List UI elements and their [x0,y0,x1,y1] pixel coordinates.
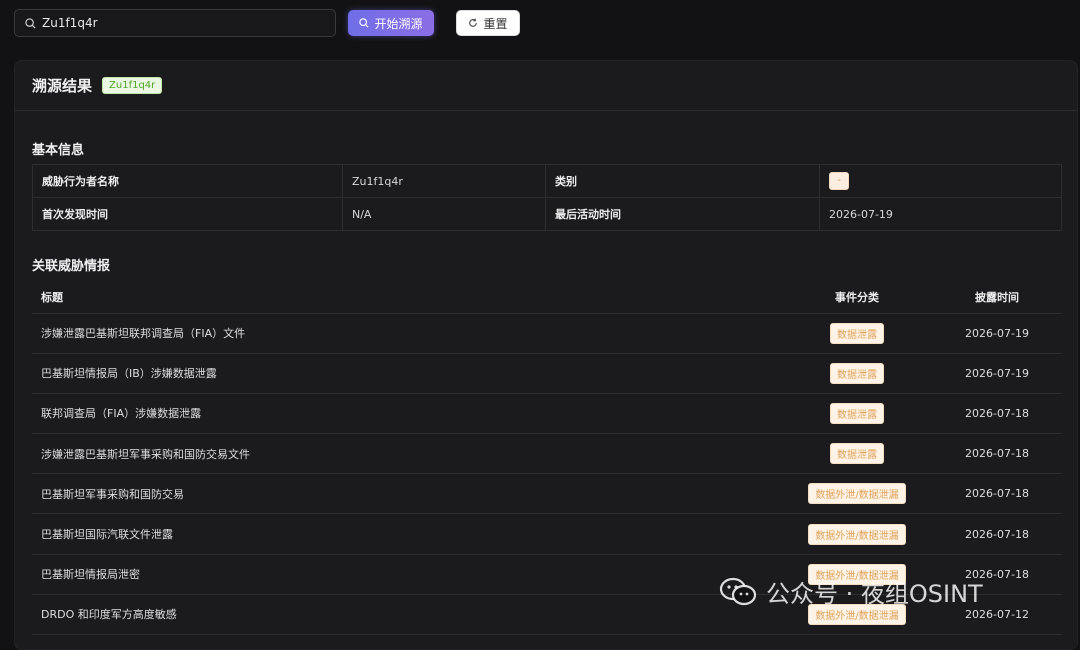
event-category-cell: 数据外泄/数据泄漏 [782,513,932,555]
event-category-cell: 数据泄露 [782,353,932,394]
event-title[interactable]: 巴基斯坦情报局（IB）涉嫌数据泄露 [32,353,782,394]
first-seen-value: N/A [342,197,546,231]
basic-info-title: 基本信息 [32,143,85,158]
event-title[interactable]: DRDO 和印度军方高度敏感 [32,594,782,636]
category-value: - [829,172,849,190]
last-active-value: 2026-07-19 [819,197,1062,231]
basic-info-table: 威胁行为者名称 Zu1f1q4r 类别 - 首次发现时间 N/A 最后活动时间 … [32,164,1062,231]
event-category-cell: 数据外泄/数据泄漏 [782,473,932,515]
start-trace-button[interactable]: 开始溯源 [348,10,434,36]
table-row[interactable]: 涉嫌泄露巴基斯坦军事采购和国防交易文件 数据泄露 2026-07-18 [32,433,1062,475]
reset-button[interactable]: 重置 [456,10,520,36]
event-time: 2026-07-18 [932,473,1062,515]
actor-tag: Zu1f1q4r [102,77,163,94]
event-title[interactable]: 巴基斯坦军事采购和国防交易 [32,473,782,515]
first-seen-label: 首次发现时间 [32,197,343,231]
event-category-tag: 数据泄露 [830,362,884,384]
event-category-tag: 数据泄露 [830,402,884,424]
wechat-icon [719,577,757,605]
start-trace-label: 开始溯源 [374,16,423,31]
event-category-tag: 数据泄露 [830,443,884,465]
table-row[interactable]: 巴基斯坦情报局（IB）涉嫌数据泄露 数据泄露 2026-07-19 [32,353,1062,394]
reset-label: 重置 [483,16,508,31]
event-category-tag: 数据泄露 [830,322,884,344]
watermark-text: 公众号 · 夜组OSINT [766,580,983,608]
result-title: 溯源结果 [32,77,93,95]
event-category-tag: 数据外泄/数据泄漏 [808,483,906,505]
table-row[interactable]: 巴基斯坦军事采购和国防交易 数据外泄/数据泄漏 2026-07-18 [32,473,1062,515]
event-time: 2026-07-18 [932,513,1062,555]
event-time: 2026-07-19 [932,353,1062,394]
event-title[interactable]: 联邦调查局（FIA）涉嫌数据泄露 [32,393,782,435]
result-header: 溯源结果 Zu1f1q4r [15,61,1077,111]
event-title[interactable]: 巴基斯坦国际汽联文件泄露 [32,513,782,555]
last-active-label: 最后活动时间 [545,197,820,231]
col-category-header[interactable]: 事件分类 [782,281,932,314]
event-title[interactable]: 涉嫌泄露巴基斯坦联邦调查局（FIA）文件 [32,313,782,354]
event-title[interactable]: 巴基斯坦情报局泄密 [32,554,782,595]
category-label: 类别 [545,164,820,198]
actor-name-value: Zu1f1q4r [342,164,546,198]
event-category-cell: 数据泄露 [782,313,932,354]
event-title[interactable]: 涉嫌泄露巴基斯坦军事采购和国防交易文件 [32,433,782,475]
result-card: 溯源结果 Zu1f1q4r 基本信息 威胁行为者名称 Zu1f1q4r 类别 -… [14,60,1078,650]
refresh-icon [469,18,478,27]
search-icon [359,18,370,28]
event-time: 2026-07-18 [932,433,1062,475]
event-category-tag: 数据外泄/数据泄漏 [808,523,906,545]
search-box[interactable] [14,9,336,37]
event-category-cell: 数据泄露 [782,433,932,475]
event-time: 2026-07-19 [932,313,1062,354]
table-row[interactable]: 涉嫌泄露巴基斯坦联邦调查局（FIA）文件 数据泄露 2026-07-19 [32,313,1062,354]
category-cell: - [819,164,1062,198]
toolbar: 开始溯源 重置 [0,0,1080,48]
event-time: 2026-07-18 [932,393,1062,435]
watermark: 公众号 · 夜组OSINT [718,574,983,609]
actor-name-label: 威胁行为者名称 [32,164,343,198]
search-input[interactable] [42,16,322,30]
col-time-header[interactable]: 披露时间 [932,281,1062,314]
related-intel-title: 关联威胁情报 [32,259,111,274]
event-category-cell: 数据泄露 [782,393,932,435]
table-row[interactable]: 联邦调查局（FIA）涉嫌数据泄露 数据泄露 2026-07-18 [32,393,1062,435]
search-icon [25,17,36,29]
table-row[interactable]: 巴基斯坦国际汽联文件泄露 数据外泄/数据泄漏 2026-07-18 [32,513,1062,555]
col-title-header[interactable]: 标题 [32,281,782,314]
